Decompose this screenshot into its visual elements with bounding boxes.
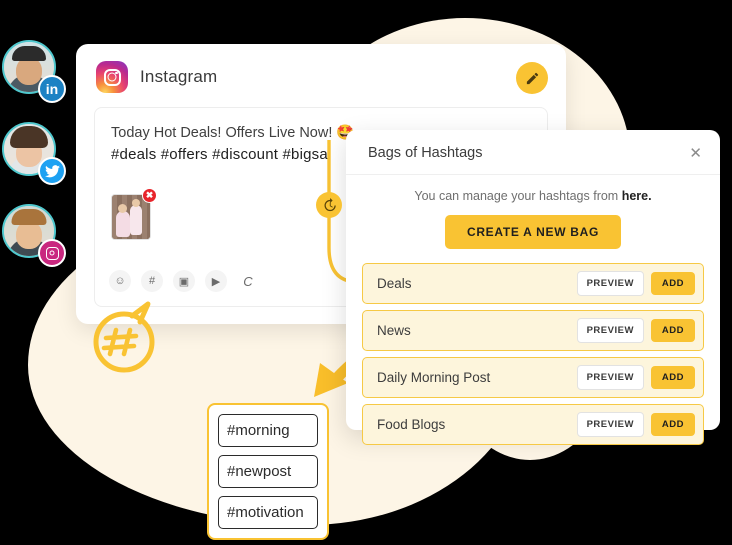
panel-header: Bags of Hashtags ✕ <box>346 130 720 175</box>
add-button[interactable]: ADD <box>650 366 695 389</box>
twitter-icon <box>38 157 66 185</box>
bag-name: Daily Morning Post <box>377 370 491 385</box>
character-count-icon[interactable]: C <box>237 270 259 292</box>
hashtag-chips-card: #morning #newpost #motivation <box>207 403 329 540</box>
hashtag-icon[interactable]: # <box>141 270 163 292</box>
close-icon[interactable]: ✕ <box>689 146 702 161</box>
bag-list: Deals PREVIEW ADD News PREVIEW ADD Daily… <box>362 263 704 445</box>
video-icon[interactable]: ▶ <box>205 270 227 292</box>
attachment-thumbnail[interactable]: ✖ <box>111 188 157 240</box>
create-new-bag-button[interactable]: CREATE A NEW BAG <box>444 215 622 249</box>
panel-subtitle: You can manage your hashtags from here. <box>346 189 720 203</box>
image-icon[interactable]: ▣ <box>173 270 195 292</box>
table-row[interactable]: Daily Morning Post PREVIEW ADD <box>362 357 704 398</box>
composer-header: Instagram <box>76 44 566 93</box>
social-avatar-rail: in <box>2 40 66 286</box>
history-clock-icon[interactable] <box>316 192 342 218</box>
table-row[interactable]: Deals PREVIEW ADD <box>362 263 704 304</box>
platform-name: Instagram <box>140 67 218 86</box>
preview-button[interactable]: PREVIEW <box>576 412 644 437</box>
table-row[interactable]: Food Blogs PREVIEW ADD <box>362 404 704 445</box>
composer-toolbar: ☺ # ▣ ▶ C <box>109 270 259 292</box>
bag-name: News <box>377 323 411 338</box>
pencil-icon <box>526 72 538 84</box>
add-button[interactable]: ADD <box>650 319 695 342</box>
avatar-twitter[interactable] <box>2 122 66 185</box>
instagram-icon <box>38 239 66 267</box>
remove-attachment-icon[interactable]: ✖ <box>142 188 157 203</box>
manage-hashtags-link[interactable]: here. <box>622 189 652 203</box>
preview-button[interactable]: PREVIEW <box>576 271 644 296</box>
bags-of-hashtags-panel: Bags of Hashtags ✕ You can manage your h… <box>346 130 720 445</box>
avatar-linkedin[interactable]: in <box>2 40 66 103</box>
table-row[interactable]: News PREVIEW ADD <box>362 310 704 351</box>
add-button[interactable]: ADD <box>650 413 695 436</box>
linkedin-icon: in <box>38 75 66 103</box>
bag-name: Deals <box>377 276 412 291</box>
hashtag-bubble-icon <box>93 301 155 373</box>
screenshot-root: in Instagram Today Hot Deals! Offers Liv… <box>0 0 732 545</box>
bag-name: Food Blogs <box>377 417 446 432</box>
emoji-icon[interactable]: ☺ <box>109 270 131 292</box>
edit-button[interactable] <box>516 62 548 94</box>
preview-button[interactable]: PREVIEW <box>576 318 644 343</box>
hashtag-chip[interactable]: #motivation <box>218 496 318 529</box>
panel-title: Bags of Hashtags <box>368 145 483 161</box>
hashtag-chip[interactable]: #morning <box>218 414 318 447</box>
hashtag-chip[interactable]: #newpost <box>218 455 318 488</box>
avatar-instagram[interactable] <box>2 204 66 267</box>
panel-subtitle-text: You can manage your hashtags from <box>414 189 622 203</box>
instagram-logo-icon <box>96 61 128 93</box>
preview-button[interactable]: PREVIEW <box>576 365 644 390</box>
add-button[interactable]: ADD <box>650 272 695 295</box>
